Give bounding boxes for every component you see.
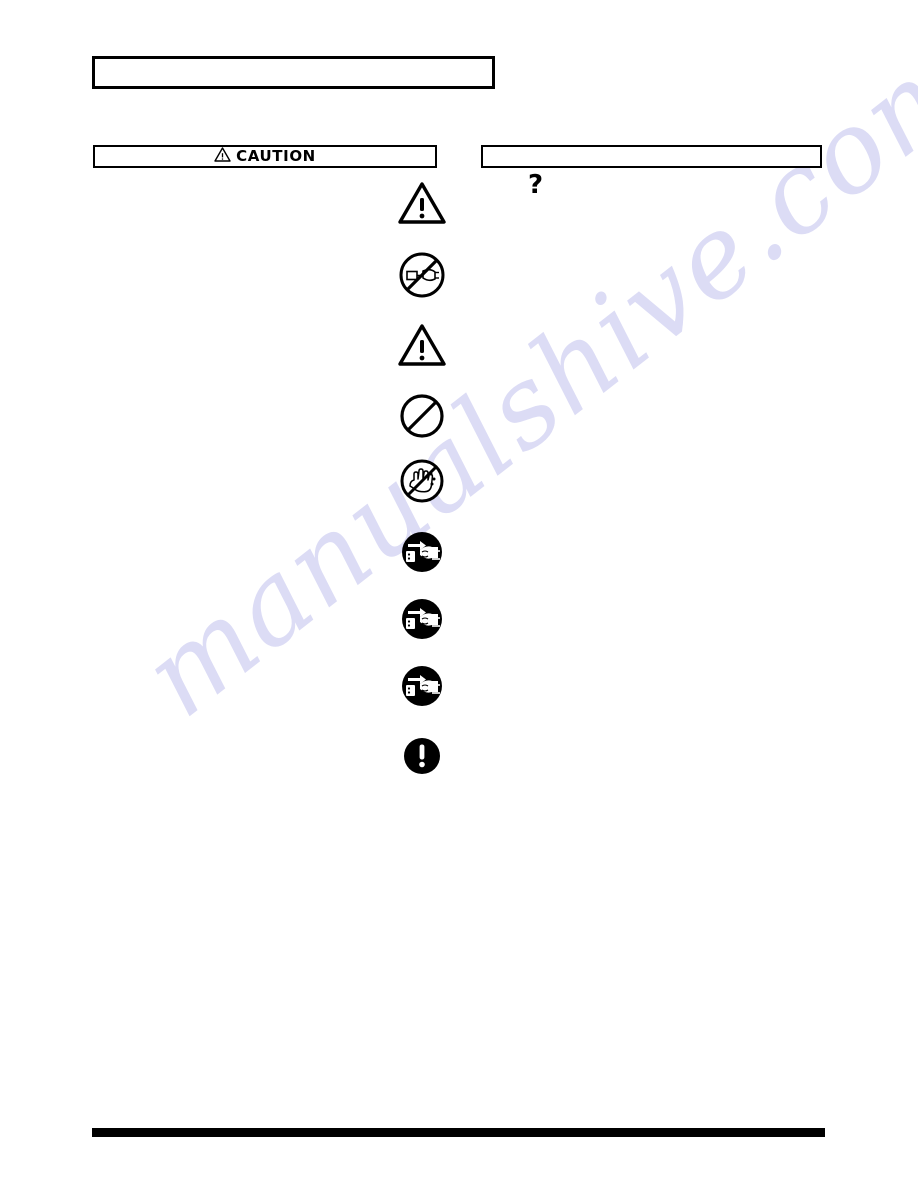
no-wet-hands-icon — [396, 455, 448, 507]
warning-triangle-icon — [396, 178, 448, 230]
safety-item-6 — [396, 526, 452, 578]
safety-item-9 — [396, 730, 452, 782]
safety-item-4 — [396, 390, 452, 442]
safety-item-1 — [396, 178, 452, 230]
question-mark-glyph: ? — [528, 170, 544, 200]
page-content: CAUTION ? — [0, 0, 918, 1188]
unplug-from-outlet-icon — [396, 526, 448, 578]
safety-item-5 — [396, 455, 452, 507]
warning-triangle-icon — [396, 320, 448, 372]
safety-item-7 — [396, 593, 452, 645]
no-damage-power-cord-icon — [396, 249, 448, 301]
exclamation-circle-icon — [396, 730, 448, 782]
right-column-header-box — [481, 145, 822, 168]
document-page: manualshive.com CAUTION ? — [0, 0, 918, 1188]
caution-label: CAUTION — [236, 147, 316, 165]
page-title-text — [95, 59, 492, 67]
unplug-from-outlet-icon — [396, 660, 448, 712]
footer-rule — [92, 1128, 825, 1137]
caution-header-box: CAUTION — [93, 145, 437, 168]
safety-item-8 — [396, 660, 452, 712]
prohibition-icon — [396, 390, 448, 442]
page-title-box — [92, 56, 495, 89]
warning-triangle-icon — [214, 146, 231, 167]
safety-item-2 — [396, 249, 452, 301]
caution-header-inner: CAUTION — [214, 146, 316, 167]
unplug-from-outlet-icon — [396, 593, 448, 645]
safety-item-3 — [396, 320, 452, 372]
